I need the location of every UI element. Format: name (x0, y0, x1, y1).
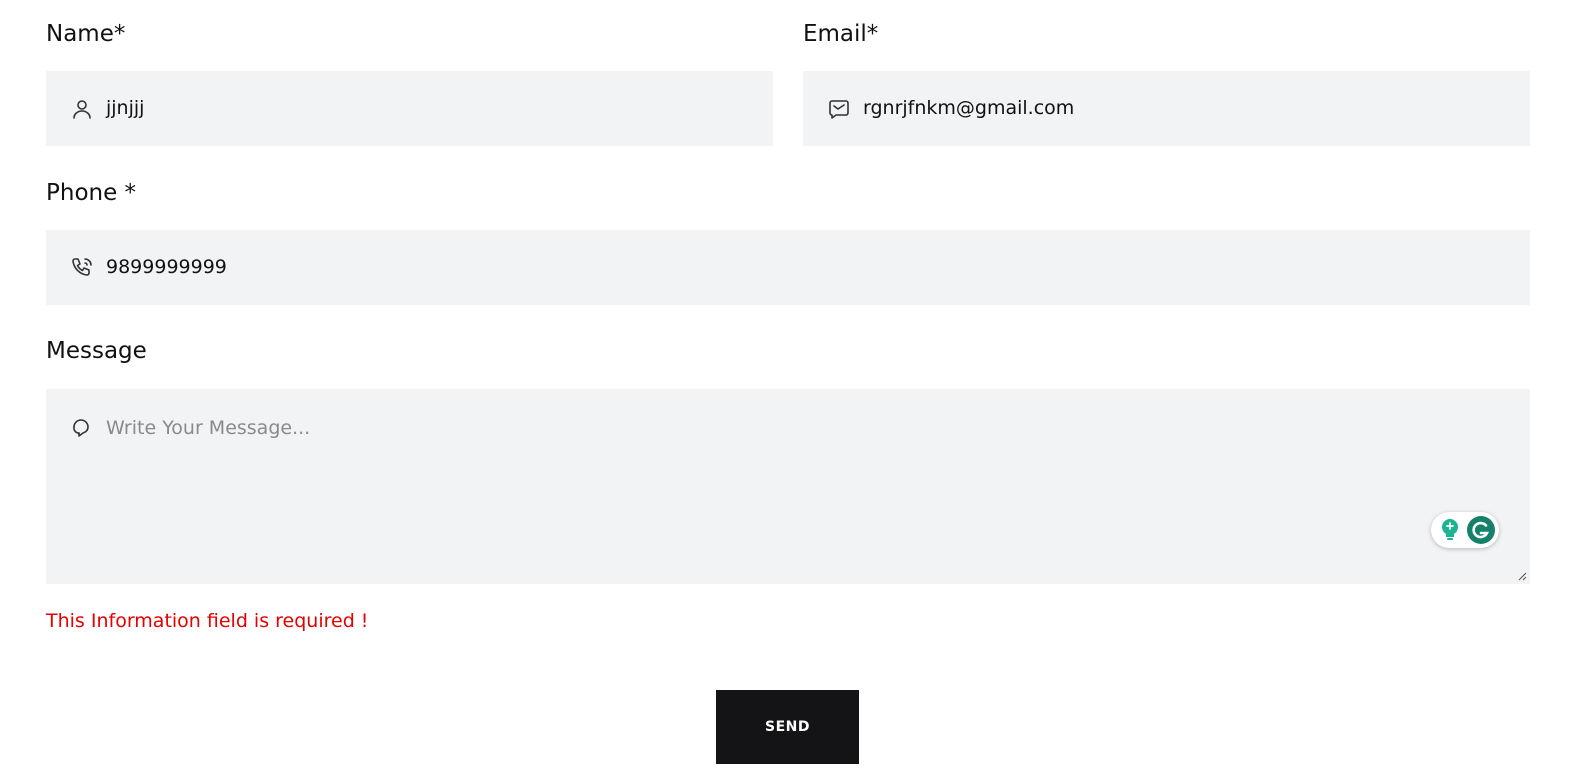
user-icon (70, 97, 94, 121)
phone-field[interactable]: 9899999999 (46, 230, 1530, 305)
email-icon (827, 97, 851, 121)
name-label: Name* (46, 21, 126, 47)
grammarly-icon[interactable] (1467, 516, 1495, 544)
lightbulb-icon (1442, 519, 1458, 540)
phone-icon (70, 256, 94, 280)
grammarly-widget[interactable] (1431, 512, 1499, 548)
phone-label: Phone * (46, 180, 137, 206)
message-textarea[interactable]: Write Your Message... (46, 389, 1530, 584)
name-field[interactable]: jjnjjj (46, 71, 773, 146)
chat-icon (70, 416, 94, 440)
phone-value: 9899999999 (106, 256, 227, 278)
contact-form: Name* jjnjjj Email* rgnrjfnkm@gmail.com … (0, 0, 1569, 778)
email-label: Email* (803, 21, 879, 47)
error-message: This Information field is required ! (46, 610, 369, 632)
name-value: jjnjjj (106, 97, 145, 119)
message-placeholder: Write Your Message... (106, 417, 311, 439)
resize-handle-icon[interactable] (1517, 571, 1527, 581)
message-label: Message (46, 338, 147, 364)
email-field[interactable]: rgnrjfnkm@gmail.com (803, 71, 1530, 146)
email-value: rgnrjfnkm@gmail.com (863, 97, 1075, 119)
send-button[interactable]: SEND (716, 690, 859, 764)
